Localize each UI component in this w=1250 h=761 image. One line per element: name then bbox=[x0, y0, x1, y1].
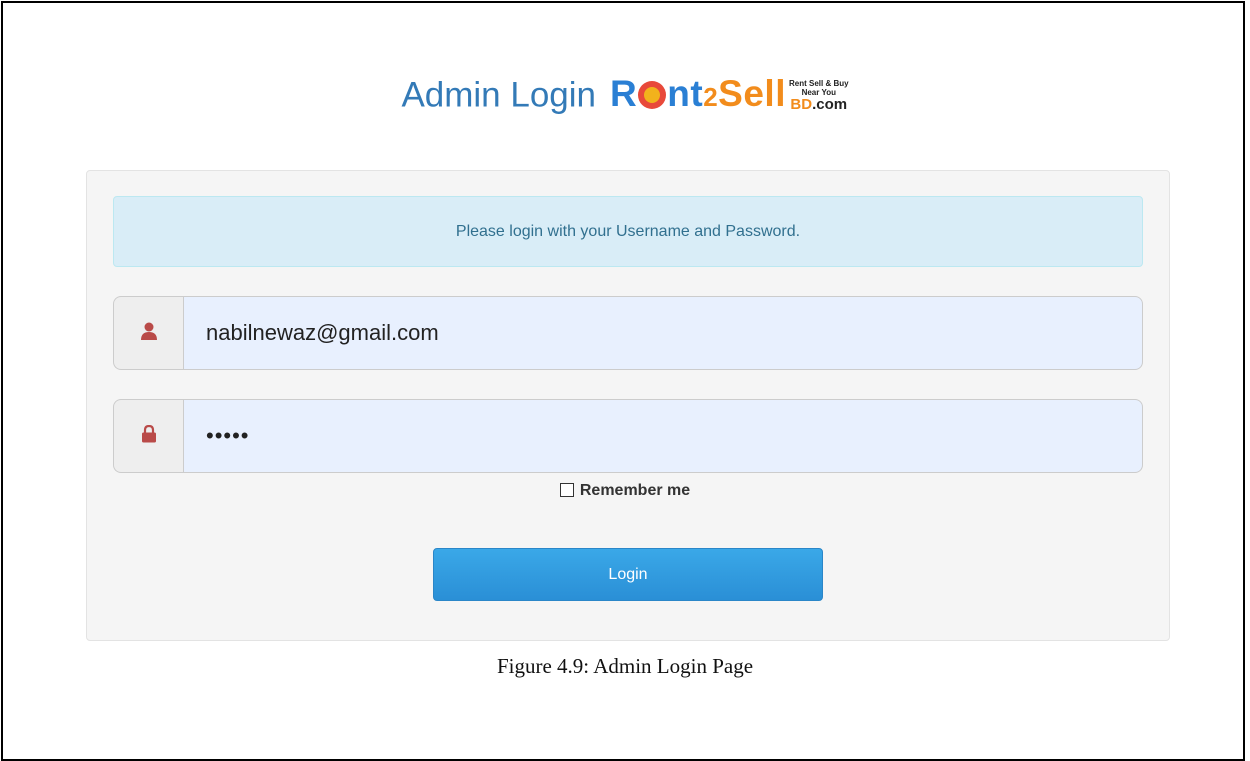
user-icon bbox=[140, 322, 157, 345]
remember-label[interactable]: Remember me bbox=[580, 482, 690, 499]
page-title: Admin Login bbox=[401, 75, 597, 115]
password-addon bbox=[113, 399, 183, 473]
username-input[interactable]: nabilnewaz@gmail.com bbox=[183, 296, 1143, 370]
info-alert: Please login with your Username and Pass… bbox=[113, 196, 1143, 267]
remember-me: Remember me bbox=[0, 482, 1250, 500]
username-addon bbox=[113, 296, 183, 370]
login-button[interactable]: Login bbox=[433, 548, 823, 601]
brand-logo: Rnt2Sell Rent Sell & Buy Near You BD.com bbox=[610, 73, 849, 114]
remember-checkbox[interactable] bbox=[559, 483, 574, 497]
password-group: ••••• bbox=[113, 399, 1143, 473]
page-header: Admin Login Rnt2Sell Rent Sell & Buy Nea… bbox=[0, 74, 1250, 117]
username-group: nabilnewaz@gmail.com bbox=[113, 296, 1143, 370]
logo-o-icon bbox=[638, 81, 667, 109]
lock-icon bbox=[141, 424, 157, 448]
figure-caption: Figure 4.9: Admin Login Page bbox=[496, 654, 754, 678]
password-input[interactable]: ••••• bbox=[183, 399, 1143, 473]
